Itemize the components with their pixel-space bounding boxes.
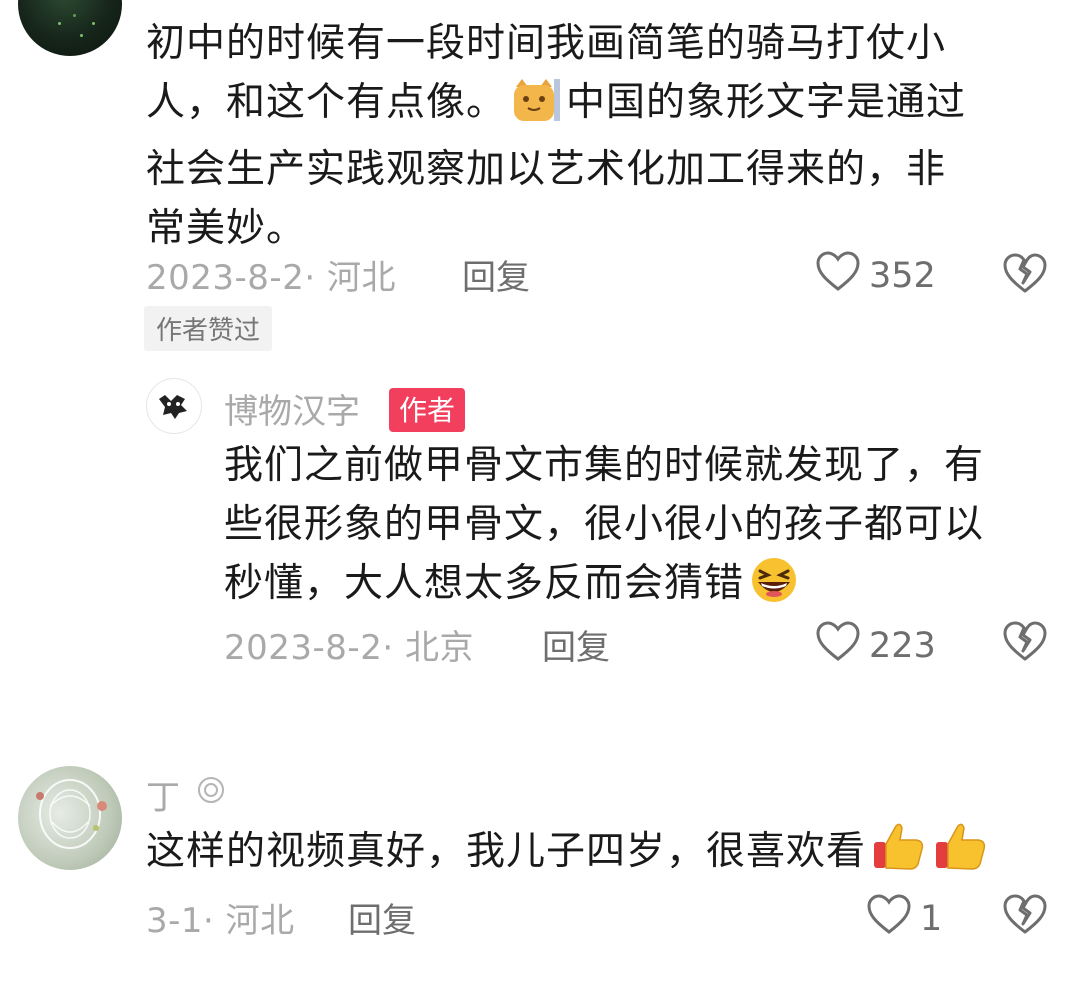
author-badge: 作者 [389,388,466,432]
dislike-button[interactable] [1002,620,1048,666]
author-avatar[interactable] [146,378,202,434]
lace-photo-icon [36,779,107,849]
heart-icon [815,620,861,671]
heart-icon [866,893,912,944]
like-count: 352 [869,255,936,296]
thumbs-up-emoji [872,820,926,889]
author-liked-badge: 作者赞过 [144,306,273,351]
comment-meta: 2023-8-2· 河北 [146,258,396,298]
thumbs-up-emoji [934,820,988,889]
like-button[interactable]: 223 [815,620,936,671]
heart-icon [815,250,861,301]
user-name[interactable]: 丁 [146,770,180,819]
verified-badge-icon [196,775,226,809]
comment-line: 这样的视频真好，我儿子四岁，很喜欢看 [146,829,867,874]
comment-text: 这样的视频真好，我儿子四岁，很喜欢看 [146,820,1066,889]
reply-line: 秒懂，大人想太多反而会猜错 [224,561,745,606]
cat-emoji [510,77,563,140]
like-count: 223 [869,625,936,666]
broken-heart-icon [1003,621,1047,661]
user-avatar[interactable] [18,766,122,870]
comment-line: 人，和这个有点像。 [146,80,507,125]
broken-heart-icon [1003,894,1047,934]
reply-line: 些很形象的甲骨文，很小很小的孩子都可以 [224,502,985,547]
reply-button[interactable]: 回复 [348,893,416,942]
reply-button[interactable]: 回复 [542,620,610,669]
reply-text: 我们之前做甲骨文市集的时候就发现了，有 些很形象的甲骨文，很小很小的孩子都可以 … [224,436,1064,621]
like-button[interactable]: 352 [815,250,936,301]
oracle-logo-icon [159,395,187,419]
comment-meta: 3-1· 河北 [146,901,295,941]
comment-text: 初中的时候有一段时间我画简笔的骑马打仗小 人，和这个有点像。 中国的象形文字是通… [146,14,1066,258]
comment-line: 初中的时候有一段时间我画简笔的骑马打仗小 [146,21,947,66]
dislike-button[interactable] [1002,252,1048,298]
comments-panel: 初中的时候有一段时间我画简笔的骑马打仗小 人，和这个有点像。 中国的象形文字是通… [0,0,1080,988]
user-avatar[interactable] [18,0,122,56]
like-count: 1 [920,898,943,939]
reply-button[interactable]: 回复 [462,250,530,299]
reply-meta: 2023-8-2· 北京 [224,628,474,668]
comment-line: 中国的象形文字是通过 [566,80,967,125]
laughing-emoji [748,556,800,621]
comment-line: 常美妙。 [146,206,307,251]
author-name[interactable]: 博物汉字 [224,384,360,433]
reply-line: 我们之前做甲骨文市集的时候就发现了，有 [224,443,985,488]
like-button[interactable]: 1 [866,893,942,944]
dislike-button[interactable] [1002,893,1048,939]
comment-line: 社会生产实践观察加以艺术化加工得来的，非 [146,147,947,192]
broken-heart-icon [1003,253,1047,293]
